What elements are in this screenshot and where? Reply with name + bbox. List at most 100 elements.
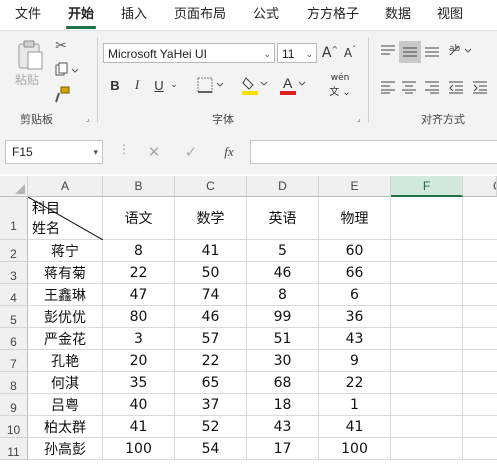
score-cell[interactable]: 35 <box>103 372 175 394</box>
diagonal-header-cell[interactable]: 科目 姓名 <box>28 197 103 240</box>
row-header[interactable]: 6 <box>0 328 28 350</box>
score-cell[interactable]: 68 <box>247 372 319 394</box>
grid-cell[interactable] <box>463 284 497 306</box>
score-cell[interactable]: 41 <box>319 416 391 438</box>
format-painter-button[interactable] <box>52 85 72 105</box>
grid-cell[interactable] <box>463 240 497 262</box>
fill-color-button[interactable] <box>240 73 270 97</box>
tab-view[interactable]: 视图 <box>434 0 466 30</box>
subject-header-cell[interactable]: 数学 <box>175 197 247 240</box>
row-header[interactable]: 11 <box>0 438 28 460</box>
column-header-g[interactable]: G <box>463 176 497 197</box>
grid-cell[interactable] <box>463 197 497 240</box>
subject-header-cell[interactable]: 物理 <box>319 197 391 240</box>
score-cell[interactable]: 22 <box>319 372 391 394</box>
student-name-cell[interactable]: 何淇 <box>28 372 103 394</box>
tab-file[interactable]: 文件 <box>12 0 44 30</box>
grid-cell[interactable] <box>391 328 463 350</box>
grid-cell[interactable] <box>391 350 463 372</box>
row-header[interactable]: 2 <box>0 240 28 262</box>
score-cell[interactable]: 54 <box>175 438 247 460</box>
name-box[interactable]: F15 ▾ <box>5 140 103 164</box>
grid-cell[interactable] <box>391 438 463 460</box>
score-cell[interactable]: 74 <box>175 284 247 306</box>
formula-input[interactable] <box>250 140 497 164</box>
student-name-cell[interactable]: 孙高彭 <box>28 438 103 460</box>
grid-cell[interactable] <box>463 306 497 328</box>
score-cell[interactable]: 46 <box>175 306 247 328</box>
align-right-button[interactable] <box>422 77 442 97</box>
column-header-f[interactable]: F <box>391 176 463 197</box>
score-cell[interactable]: 46 <box>247 262 319 284</box>
clipboard-dialog-launcher-icon[interactable]: ⌟ <box>86 115 94 123</box>
grid-cell[interactable] <box>391 262 463 284</box>
grid-cell[interactable] <box>463 416 497 438</box>
copy-button[interactable] <box>52 61 82 79</box>
score-cell[interactable]: 6 <box>319 284 391 306</box>
student-name-cell[interactable]: 蒋有菊 <box>28 262 103 284</box>
row-header[interactable]: 4 <box>0 284 28 306</box>
insert-function-button[interactable]: fx <box>218 142 240 162</box>
font-color-button[interactable]: A <box>278 73 308 97</box>
increase-indent-button[interactable] <box>470 77 490 97</box>
row-header[interactable]: 10 <box>0 416 28 438</box>
font-name-select[interactable]: Microsoft YaHei UI ⌄ <box>103 43 275 63</box>
grid-cell[interactable] <box>463 262 497 284</box>
score-cell[interactable]: 80 <box>103 306 175 328</box>
grid-cell[interactable] <box>391 394 463 416</box>
score-cell[interactable]: 60 <box>319 240 391 262</box>
confirm-entry-button[interactable]: ✓ <box>181 142 201 162</box>
score-cell[interactable]: 3 <box>103 328 175 350</box>
subject-header-cell[interactable]: 语文 <box>103 197 175 240</box>
grid-cell[interactable] <box>463 372 497 394</box>
row-header[interactable]: 5 <box>0 306 28 328</box>
select-all-corner[interactable] <box>0 176 28 197</box>
column-header-b[interactable]: B <box>103 176 175 197</box>
align-middle-button[interactable] <box>399 41 421 63</box>
score-cell[interactable]: 43 <box>319 328 391 350</box>
tab-data[interactable]: 数据 <box>382 0 414 30</box>
column-header-c[interactable]: C <box>175 176 247 197</box>
score-cell[interactable]: 22 <box>103 262 175 284</box>
student-name-cell[interactable]: 彭优优 <box>28 306 103 328</box>
student-name-cell[interactable]: 柏太群 <box>28 416 103 438</box>
score-cell[interactable]: 65 <box>175 372 247 394</box>
score-cell[interactable]: 50 <box>175 262 247 284</box>
score-cell[interactable]: 66 <box>319 262 391 284</box>
score-cell[interactable]: 41 <box>175 240 247 262</box>
grid-cell[interactable] <box>463 328 497 350</box>
grid-cell[interactable] <box>391 416 463 438</box>
student-name-cell[interactable]: 蒋宁 <box>28 240 103 262</box>
tab-fangfang-gezi[interactable]: 方方格子 <box>302 0 364 30</box>
grid-cell[interactable] <box>463 350 497 372</box>
score-cell[interactable]: 5 <box>247 240 319 262</box>
grid-cell[interactable] <box>391 240 463 262</box>
decrease-indent-button[interactable] <box>446 77 466 97</box>
grid-cell[interactable] <box>463 394 497 416</box>
score-cell[interactable]: 30 <box>247 350 319 372</box>
borders-button[interactable] <box>196 75 226 95</box>
score-cell[interactable]: 52 <box>175 416 247 438</box>
cancel-entry-button[interactable]: ✕ <box>144 142 164 162</box>
student-name-cell[interactable]: 王鑫琳 <box>28 284 103 306</box>
shrink-font-button[interactable]: Aˇ <box>341 43 359 63</box>
student-name-cell[interactable]: 严金花 <box>28 328 103 350</box>
font-size-select[interactable]: 11 ⌄ <box>277 43 317 63</box>
score-cell[interactable]: 99 <box>247 306 319 328</box>
cut-button[interactable]: ✂ <box>52 37 70 55</box>
underline-button[interactable]: U <box>150 75 168 95</box>
score-cell[interactable]: 36 <box>319 306 391 328</box>
column-header-e[interactable]: E <box>319 176 391 197</box>
student-name-cell[interactable]: 吕粤 <box>28 394 103 416</box>
phonetic-guide-button[interactable]: wén 文 ⌄ <box>322 73 358 98</box>
row-header[interactable]: 8 <box>0 372 28 394</box>
tab-insert[interactable]: 插入 <box>118 0 150 30</box>
column-header-d[interactable]: D <box>247 176 319 197</box>
align-left-button[interactable] <box>378 77 398 97</box>
score-cell[interactable]: 22 <box>175 350 247 372</box>
tab-page-layout[interactable]: 页面布局 <box>170 0 230 30</box>
score-cell[interactable]: 18 <box>247 394 319 416</box>
underline-dropdown[interactable]: ⌄ <box>168 75 180 95</box>
score-cell[interactable]: 47 <box>103 284 175 306</box>
grid-cell[interactable] <box>391 306 463 328</box>
